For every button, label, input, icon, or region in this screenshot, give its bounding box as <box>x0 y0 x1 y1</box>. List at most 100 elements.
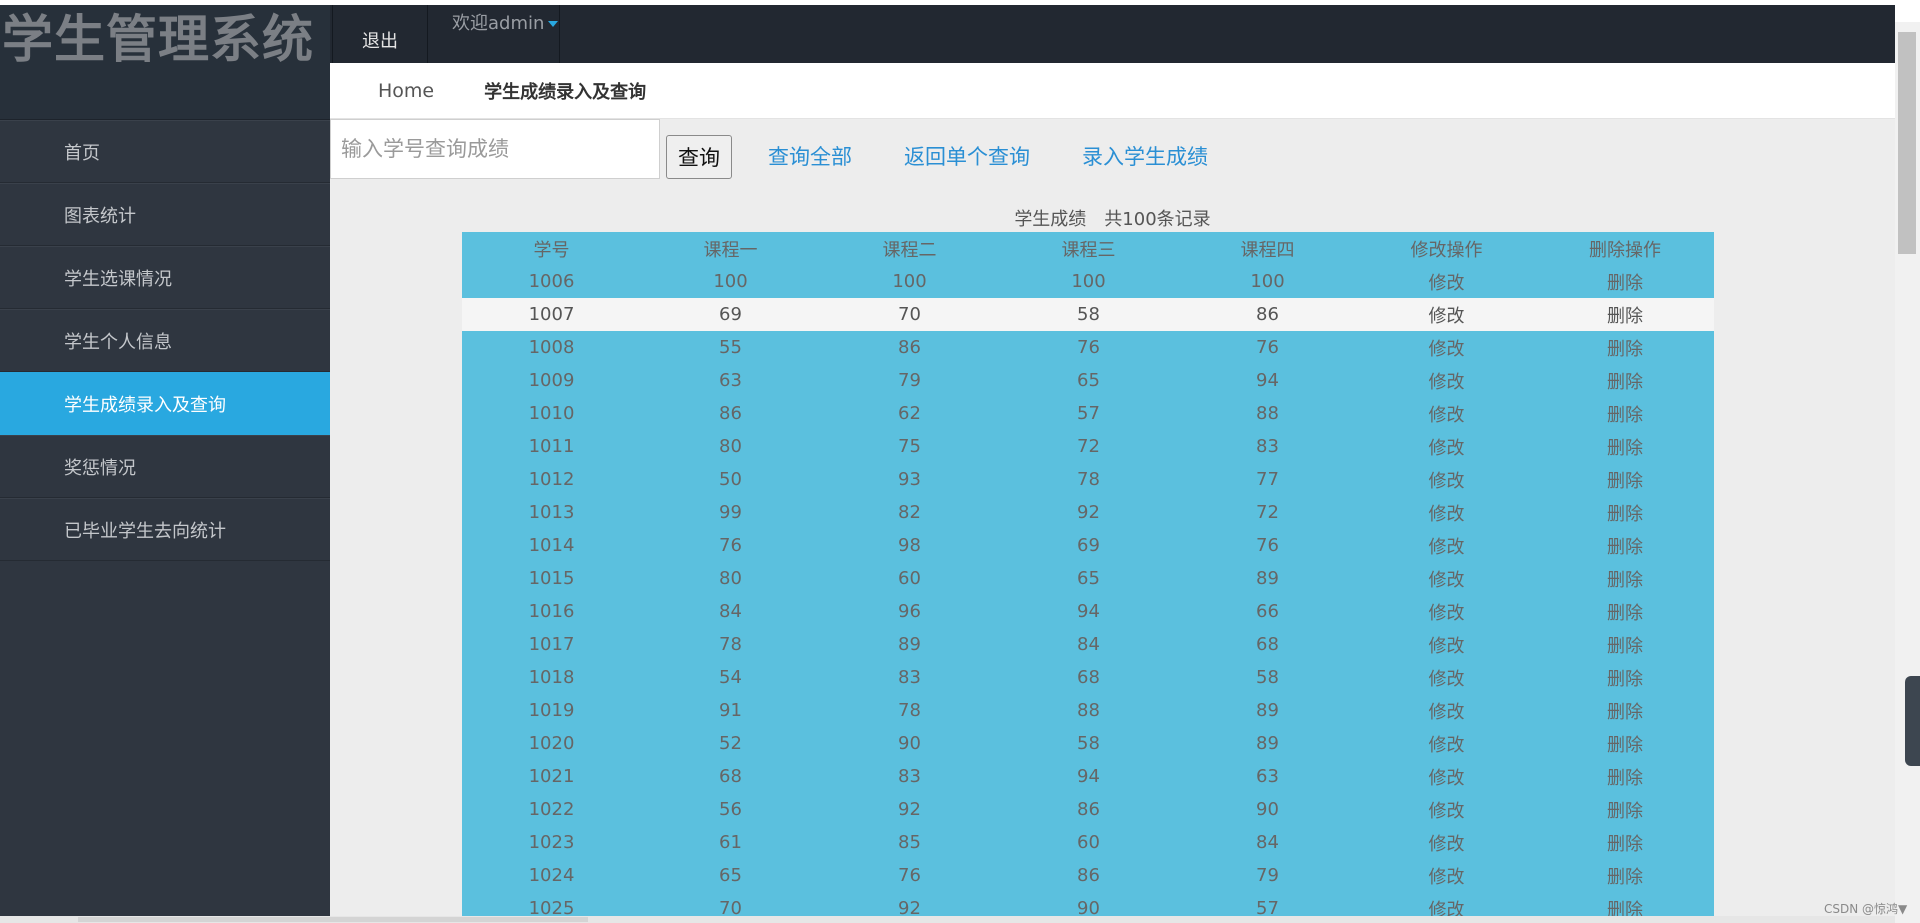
grade-cell: 79 <box>1256 865 1279 886</box>
delete-link[interactable]: 删除 <box>1536 496 1714 529</box>
delete-link[interactable]: 删除 <box>1536 298 1714 331</box>
edit-link[interactable]: 修改 <box>1357 463 1536 496</box>
edit-link[interactable]: 修改 <box>1357 364 1536 397</box>
table-row: 1010 86 62 57 88 修改 删除 <box>462 397 1714 430</box>
horizontal-scrollbar[interactable] <box>0 916 1895 923</box>
side-widget-handle[interactable] <box>1905 676 1920 766</box>
logout-button[interactable]: 退出 <box>332 5 428 63</box>
column-header: 课程二 <box>882 239 937 261</box>
horizontal-scrollbar-thumb[interactable] <box>78 917 588 922</box>
enter-grades-link[interactable]: 录入学生成绩 <box>1082 141 1208 171</box>
grade-cell: 80 <box>719 568 742 589</box>
column-header: 删除操作 <box>1589 239 1661 261</box>
delete-link[interactable]: 删除 <box>1536 397 1714 430</box>
table-row: 1015 80 60 65 89 修改 删除 <box>462 562 1714 595</box>
sidebar-item[interactable]: 奖惩情况 <box>0 435 330 498</box>
delete-link[interactable]: 删除 <box>1536 760 1714 793</box>
student-id-cell: 1012 <box>528 469 575 490</box>
delete-link[interactable]: 删除 <box>1536 562 1714 595</box>
student-id-search-input[interactable] <box>330 119 660 179</box>
grade-cell: 68 <box>1077 667 1100 688</box>
watermark: CSDN @惊鸿▼ <box>1824 902 1908 916</box>
delete-link[interactable]: 删除 <box>1536 463 1714 496</box>
delete-link[interactable]: 删除 <box>1536 595 1714 628</box>
main-content: 查询 查询全部 返回单个查询 录入学生成绩 学生成绩 共100条记录 学号 课程… <box>330 119 1895 923</box>
breadcrumb-current: 学生成绩录入及查询 <box>484 81 647 103</box>
app-title: 学生管理系统 <box>2 11 315 70</box>
edit-link[interactable]: 修改 <box>1357 826 1536 859</box>
table-caption: 学生成绩 共100条记录 <box>1014 209 1211 230</box>
delete-link[interactable]: 删除 <box>1536 826 1714 859</box>
grade-cell: 69 <box>1077 535 1100 556</box>
grade-cell: 90 <box>1256 799 1279 820</box>
sidebar-item[interactable]: 已毕业学生去向统计 <box>0 498 330 561</box>
grade-cell: 68 <box>1256 634 1279 655</box>
student-id-cell: 1022 <box>528 799 575 820</box>
delete-link[interactable]: 删除 <box>1536 430 1714 463</box>
column-header: 学号 <box>533 239 570 261</box>
column-header: 修改操作 <box>1410 239 1483 261</box>
grade-cell: 94 <box>1077 766 1100 787</box>
delete-link[interactable]: 删除 <box>1536 793 1714 826</box>
grade-cell: 76 <box>719 535 742 556</box>
delete-link[interactable]: 删除 <box>1536 694 1714 727</box>
grade-cell: 63 <box>1256 766 1279 787</box>
grade-cell: 88 <box>1077 700 1100 721</box>
sidebar-item-label: 学生选课情况 <box>64 268 172 290</box>
delete-link[interactable]: 删除 <box>1536 529 1714 562</box>
sidebar-item[interactable]: 首页 <box>0 120 330 183</box>
column-header: 课程一 <box>703 239 758 261</box>
grades-table: 学号 课程一 课程二 课程三 课程四 修改操作 删除操作 1006 100 100 1… <box>462 232 1714 923</box>
edit-link[interactable]: 修改 <box>1357 661 1536 694</box>
vertical-scrollbar[interactable] <box>1895 22 1920 923</box>
student-id-cell: 1018 <box>528 667 575 688</box>
edit-link[interactable]: 修改 <box>1357 397 1536 430</box>
grade-cell: 83 <box>898 766 921 787</box>
edit-link[interactable]: 修改 <box>1357 628 1536 661</box>
edit-link[interactable]: 修改 <box>1357 298 1536 331</box>
grade-cell: 78 <box>898 700 921 721</box>
delete-link[interactable]: 删除 <box>1536 661 1714 694</box>
table-row: 1017 78 89 84 68 修改 删除 <box>462 628 1714 661</box>
grade-cell: 89 <box>1256 568 1279 589</box>
edit-link[interactable]: 修改 <box>1357 595 1536 628</box>
scrollbar-thumb[interactable] <box>1898 32 1916 254</box>
edit-link[interactable]: 修改 <box>1357 331 1536 364</box>
back-single-query-link[interactable]: 返回单个查询 <box>904 141 1030 171</box>
sidebar-item[interactable]: 图表统计 <box>0 183 330 246</box>
sidebar-item[interactable]: 学生成绩录入及查询 <box>0 372 330 435</box>
delete-link[interactable]: 删除 <box>1536 727 1714 760</box>
query-all-link[interactable]: 查询全部 <box>768 141 852 171</box>
edit-link[interactable]: 修改 <box>1357 430 1536 463</box>
table-row: 1016 84 96 94 66 修改 删除 <box>462 595 1714 628</box>
sidebar-item[interactable]: 学生选课情况 <box>0 246 330 309</box>
delete-link[interactable]: 删除 <box>1536 331 1714 364</box>
edit-link[interactable]: 修改 <box>1357 760 1536 793</box>
grade-cell: 58 <box>1077 733 1100 754</box>
table-row: 1011 80 75 72 83 修改 删除 <box>462 430 1714 463</box>
edit-link[interactable]: 修改 <box>1357 793 1536 826</box>
edit-link[interactable]: 修改 <box>1357 562 1536 595</box>
edit-link[interactable]: 修改 <box>1357 694 1536 727</box>
grade-cell: 58 <box>1256 667 1279 688</box>
edit-link[interactable]: 修改 <box>1357 859 1536 892</box>
grade-cell: 100 <box>892 271 927 292</box>
breadcrumb-home[interactable]: Home <box>378 80 434 102</box>
delete-link[interactable]: 删除 <box>1536 364 1714 397</box>
student-id-cell: 1014 <box>528 535 575 556</box>
grade-cell: 100 <box>1250 271 1285 292</box>
student-id-cell: 1023 <box>528 832 575 853</box>
edit-link[interactable]: 修改 <box>1357 529 1536 562</box>
edit-link[interactable]: 修改 <box>1357 265 1536 298</box>
grade-cell: 86 <box>1077 799 1100 820</box>
grade-cell: 89 <box>1256 733 1279 754</box>
delete-link[interactable]: 删除 <box>1536 859 1714 892</box>
delete-link[interactable]: 删除 <box>1536 265 1714 298</box>
search-button[interactable]: 查询 <box>666 135 732 179</box>
delete-link[interactable]: 删除 <box>1536 628 1714 661</box>
sidebar-item[interactable]: 学生个人信息 <box>0 309 330 372</box>
student-id-cell: 1008 <box>528 337 575 358</box>
edit-link[interactable]: 修改 <box>1357 727 1536 760</box>
edit-link[interactable]: 修改 <box>1357 496 1536 529</box>
user-menu[interactable]: 欢迎admin <box>428 5 560 63</box>
